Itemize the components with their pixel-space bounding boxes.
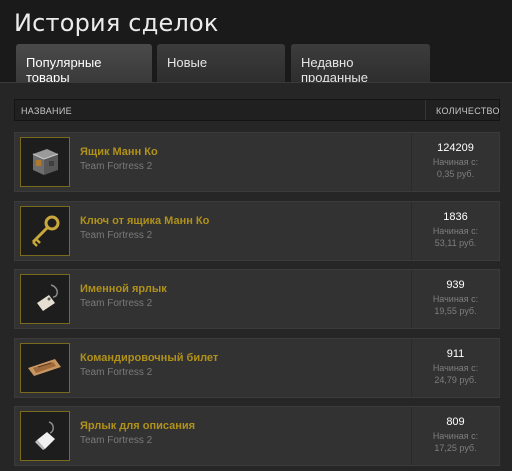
item-game: Team Fortress 2	[80, 161, 153, 172]
item-price: 53,11 руб.	[434, 238, 477, 248]
column-header-quantity[interactable]: КОЛИЧЕСТВО	[425, 100, 501, 120]
starting-at-label: Начиная с:	[432, 157, 479, 167]
item-game: Team Fortress 2	[80, 298, 153, 309]
item-price: 24,79 руб.	[434, 375, 477, 385]
table-row[interactable]: Ящик Манн Ко Team Fortress 2 124209 Начи…	[14, 132, 500, 192]
item-name[interactable]: Ярлык для описания	[80, 420, 195, 432]
item-price: 17,25 руб.	[434, 443, 477, 453]
table-header: НАЗВАНИЕ КОЛИЧЕСТВО	[14, 99, 500, 121]
item-game: Team Fortress 2	[80, 367, 153, 378]
item-price: 0,35 руб.	[436, 169, 475, 179]
name-tag-icon	[37, 284, 58, 311]
quantity-cell: 1836 Начиная с: 53,11 руб.	[411, 202, 499, 260]
quantity-cell: 809 Начиная с: 17,25 руб.	[411, 407, 499, 465]
item-thumbnail[interactable]	[20, 274, 70, 324]
item-thumbnail[interactable]	[20, 411, 70, 461]
item-name[interactable]: Ключ от ящика Манн Ко	[80, 215, 209, 227]
page-title: История сделок	[14, 9, 219, 37]
item-thumbnail[interactable]	[20, 137, 70, 187]
quantity-cell: 939 Начиная с: 19,55 руб.	[411, 270, 499, 328]
starting-at-label: Начиная с:	[432, 363, 479, 373]
item-name[interactable]: Командировочный билет	[80, 352, 218, 364]
tab-new[interactable]: Новые	[157, 44, 285, 82]
item-thumbnail[interactable]	[20, 343, 70, 393]
quantity-cell: 124209 Начиная с: 0,35 руб.	[411, 133, 499, 191]
tab-popular[interactable]: Популярные товары	[16, 44, 152, 85]
starting-at-label: Начиная с:	[432, 226, 479, 236]
table-row[interactable]: Именной ярлык Team Fortress 2 939 Начина…	[14, 269, 500, 329]
table-row[interactable]: Командировочный билет Team Fortress 2 91…	[14, 338, 500, 398]
item-quantity: 1836	[443, 211, 468, 223]
tab-bar: Популярные товары Новые Недавно проданны…	[14, 44, 512, 85]
item-quantity: 809	[446, 416, 465, 428]
starting-at-label: Начиная с:	[432, 294, 479, 304]
column-header-name[interactable]: НАЗВАНИЕ	[21, 106, 72, 116]
ticket-icon	[28, 359, 61, 376]
table-row[interactable]: Ключ от ящика Манн Ко Team Fortress 2 18…	[14, 201, 500, 261]
item-quantity: 939	[446, 279, 465, 291]
item-quantity: 124209	[437, 142, 474, 154]
item-game: Team Fortress 2	[80, 435, 153, 446]
quantity-cell: 911 Начиная с: 24,79 руб.	[411, 339, 499, 397]
tab-recently-sold[interactable]: Недавно проданные	[291, 44, 430, 85]
crate-icon	[32, 149, 59, 175]
item-name[interactable]: Именной ярлык	[80, 283, 167, 295]
item-thumbnail[interactable]	[20, 206, 70, 256]
starting-at-label: Начиная с:	[432, 431, 479, 441]
item-quantity: 911	[446, 348, 465, 360]
key-icon	[31, 215, 60, 247]
description-tag-icon	[35, 421, 55, 450]
item-name[interactable]: Ящик Манн Ко	[80, 146, 158, 158]
listings-panel: НАЗВАНИЕ КОЛИЧЕСТВО Ящик Манн Ко Team Fo…	[0, 82, 512, 471]
item-price: 19,55 руб.	[434, 306, 477, 316]
table-row[interactable]: Ярлык для описания Team Fortress 2 809 Н…	[14, 406, 500, 466]
item-game: Team Fortress 2	[80, 230, 153, 241]
